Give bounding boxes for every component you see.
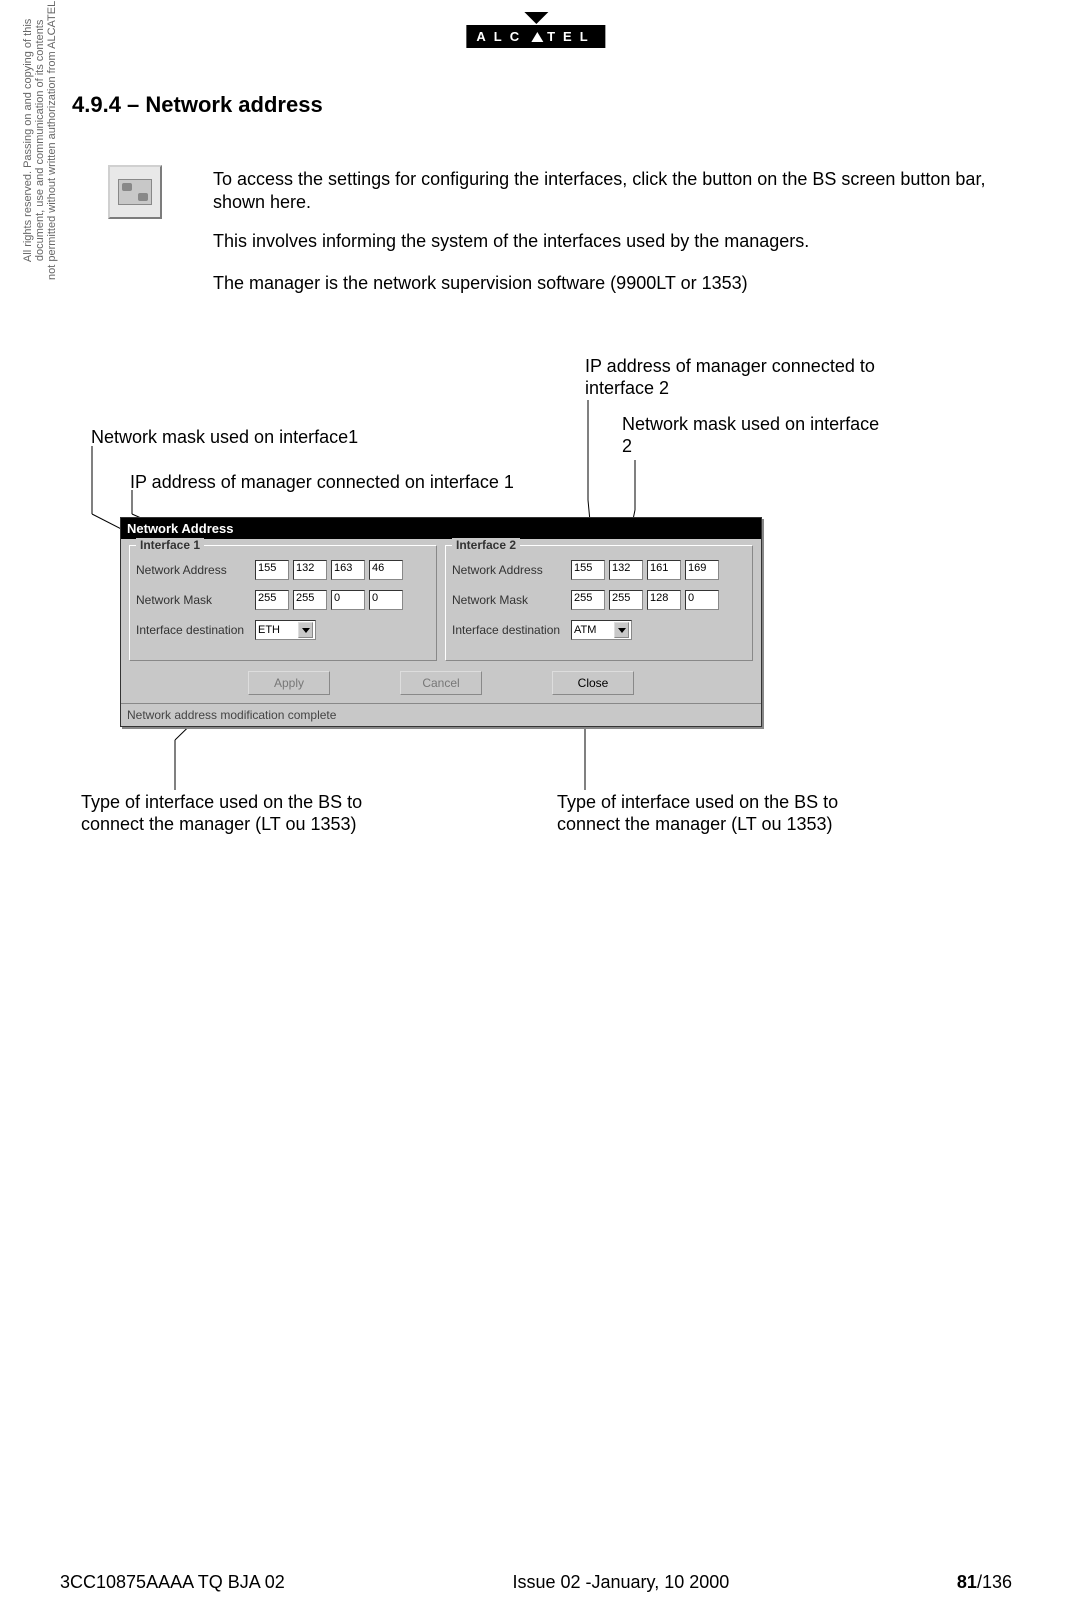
status-bar: Network address modification complete	[121, 703, 761, 726]
interface-destination-label: Interface destination	[136, 623, 251, 637]
mask-octet-field[interactable]: 255	[293, 590, 327, 610]
callout-type-interface1: Type of interface used on the BS to conn…	[81, 792, 401, 835]
callout-mask-interface2: Network mask used on interface 2	[622, 414, 882, 457]
triangle-up-icon	[531, 32, 543, 42]
callout-ip-interface1: IP address of manager connected on inter…	[130, 472, 514, 494]
interface-destination-select[interactable]: ETH	[255, 620, 316, 640]
notice-line: not permitted without written authorizat…	[46, 1, 58, 280]
mask-octet-field[interactable]: 255	[255, 590, 289, 610]
network-mask-label: Network Mask	[452, 593, 567, 607]
mask-octet-field[interactable]: 0	[331, 590, 365, 610]
interface-destination-select[interactable]: ATM	[571, 620, 632, 640]
page-total: /136	[977, 1572, 1012, 1592]
mask-octet-field[interactable]: 255	[571, 590, 605, 610]
network-address-label: Network Address	[452, 563, 567, 577]
select-value: ETH	[258, 624, 280, 636]
mask-octet-field[interactable]: 0	[369, 590, 403, 610]
footer-page-number: 81/136	[957, 1572, 1012, 1593]
ip-octet-field[interactable]: 46	[369, 560, 403, 580]
footer-doc-ref: 3CC10875AAAA TQ BJA 02	[60, 1572, 285, 1593]
interface1-panel: Interface 1 Network Address 155 132 163 …	[129, 545, 437, 661]
interface-destination-label: Interface destination	[452, 623, 567, 637]
network-address-toolbar-icon	[108, 165, 162, 219]
network-address-label: Network Address	[136, 563, 251, 577]
cancel-button[interactable]: Cancel	[400, 671, 482, 695]
network-mask-label: Network Mask	[136, 593, 251, 607]
chevron-down-icon	[298, 622, 313, 638]
confidentiality-notice: All rights reserved. Passing on and copy…	[22, 1, 58, 280]
network-address-dialog: Network Address Interface 1 Network Addr…	[120, 517, 762, 727]
apply-button[interactable]: Apply	[248, 671, 330, 695]
callout-ip-interface2: IP address of manager connected to inter…	[585, 356, 905, 399]
ip-octet-field[interactable]: 155	[255, 560, 289, 580]
ip-octet-field[interactable]: 161	[647, 560, 681, 580]
footer-issue: Issue 02 -January, 10 2000	[512, 1572, 729, 1593]
notice-line: All rights reserved. Passing on and copy…	[22, 19, 34, 262]
notice-line: document, use and communication of its c…	[34, 20, 46, 262]
mask-octet-field[interactable]: 128	[647, 590, 681, 610]
callout-mask-interface1: Network mask used on interface1	[91, 427, 358, 449]
paragraph: To access the settings for configuring t…	[213, 168, 993, 215]
brand-logo: ALC TEL	[466, 12, 605, 48]
triangle-down-icon	[524, 12, 548, 24]
close-button[interactable]: Close	[552, 671, 634, 695]
page-footer: 3CC10875AAAA TQ BJA 02 Issue 02 -January…	[0, 1572, 1072, 1593]
interface2-panel: Interface 2 Network Address 155 132 161 …	[445, 545, 753, 661]
section-heading: 4.9.4 – Network address	[72, 92, 323, 118]
ip-octet-field[interactable]: 163	[331, 560, 365, 580]
ip-octet-field[interactable]: 155	[571, 560, 605, 580]
mask-octet-field[interactable]: 0	[685, 590, 719, 610]
panel-title: Interface 2	[452, 538, 520, 552]
dialog-title-bar: Network Address	[121, 518, 761, 539]
logo-text-right: TEL	[547, 29, 596, 44]
paragraph: This involves informing the system of th…	[213, 230, 993, 253]
ip-octet-field[interactable]: 169	[685, 560, 719, 580]
callout-type-interface2: Type of interface used on the BS to conn…	[557, 792, 877, 835]
ip-octet-field[interactable]: 132	[293, 560, 327, 580]
logo-text-left: ALC	[476, 29, 527, 44]
select-value: ATM	[574, 624, 596, 636]
network-icon	[118, 179, 152, 205]
panel-title: Interface 1	[136, 538, 204, 552]
page-current: 81	[957, 1572, 977, 1592]
mask-octet-field[interactable]: 255	[609, 590, 643, 610]
paragraph: The manager is the network supervision s…	[213, 272, 993, 295]
chevron-down-icon	[614, 622, 629, 638]
brand-logo-text: ALC TEL	[466, 25, 605, 48]
ip-octet-field[interactable]: 132	[609, 560, 643, 580]
